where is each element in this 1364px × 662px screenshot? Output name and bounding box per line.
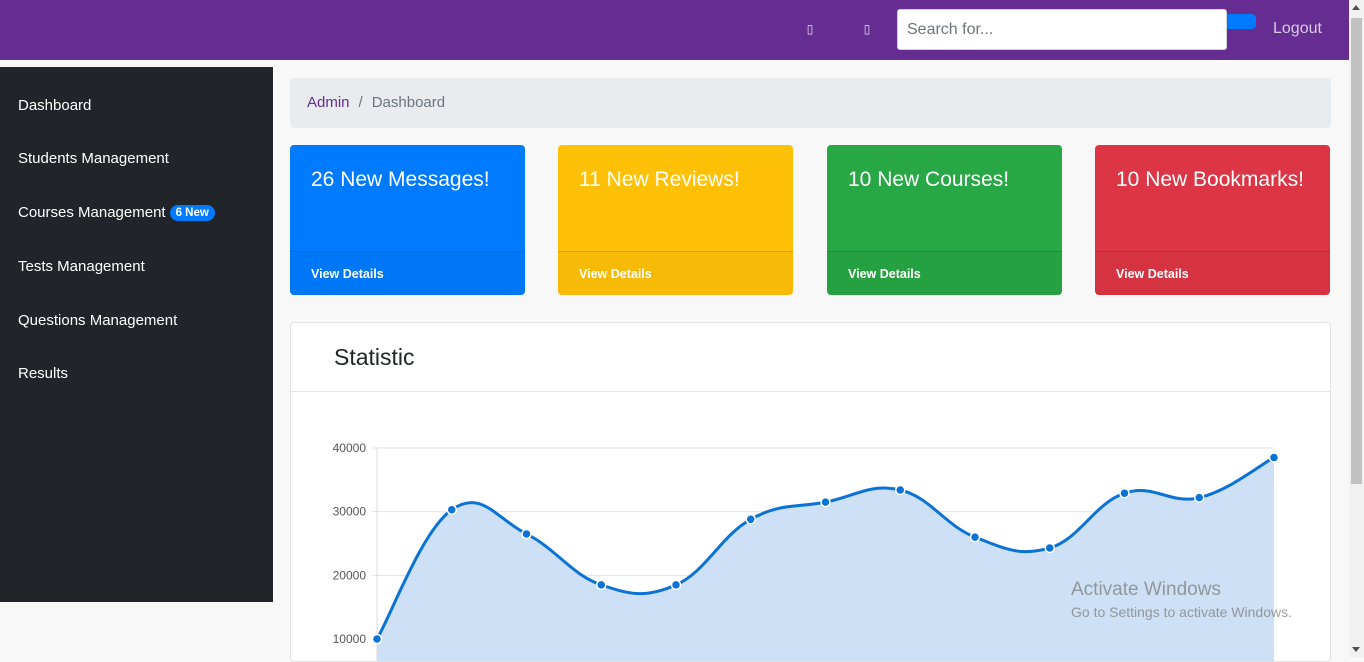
data-point: [969, 531, 981, 543]
sidebar-item-tests-management[interactable]: Tests Management: [18, 258, 145, 275]
envelope-icon[interactable]: ▯: [862, 22, 872, 36]
new-courses-badge: 6 New: [169, 205, 215, 221]
search-button[interactable]: [1227, 14, 1256, 29]
breadcrumb-admin-link[interactable]: Admin: [307, 94, 350, 111]
y-tick-label: 10000: [333, 632, 367, 646]
reviews-card: 11 New Reviews! View Details: [558, 145, 793, 295]
data-point: [1044, 542, 1055, 554]
breadcrumb-separator: /: [358, 94, 363, 111]
data-point: [446, 504, 457, 516]
search-input[interactable]: [897, 9, 1227, 50]
sidebar-item-label: Courses Management: [18, 204, 166, 221]
area-fill: [377, 457, 1274, 661]
y-tick-label: 40000: [333, 441, 367, 455]
sidebar-item-results[interactable]: Results: [18, 365, 68, 382]
sidebar-item-label: Tests Management: [18, 258, 145, 275]
card-title: 10 New Courses!: [848, 168, 1010, 191]
data-point: [670, 579, 682, 591]
courses-card: 10 New Courses! View Details: [827, 145, 1062, 295]
card-title: 10 New Bookmarks!: [1116, 168, 1304, 191]
data-point: [745, 514, 756, 525]
scrollbar-thumb[interactable]: [1351, 18, 1362, 484]
sidebar-item-label: Dashboard: [18, 97, 92, 114]
breadcrumb: Admin / Dashboard: [290, 78, 1331, 128]
y-tick-label: 20000: [333, 568, 367, 582]
scroll-up-arrow-icon[interactable]: [1352, 5, 1360, 10]
y-tick-label: 30000: [333, 505, 367, 519]
data-point: [820, 496, 831, 508]
top-navbar: ▯ ▯ Logout: [0, 0, 1349, 60]
card-title: 26 New Messages!: [311, 168, 490, 191]
breadcrumb-current: Dashboard: [371, 94, 446, 111]
view-details-link[interactable]: View Details: [1095, 251, 1330, 295]
data-point: [1268, 452, 1280, 463]
data-point: [521, 528, 532, 540]
data-point: [1119, 487, 1130, 499]
sidebar-item-label: Results: [18, 365, 69, 382]
data-point: [895, 484, 906, 496]
card-title: 11 New Reviews!: [579, 168, 740, 191]
logout-link[interactable]: Logout: [1273, 20, 1322, 38]
sidebar-item-students-management[interactable]: Students Management: [18, 150, 169, 167]
data-point: [371, 633, 383, 645]
sidebar-item-dashboard[interactable]: Dashboard: [18, 97, 91, 114]
statistic-panel: Statistic 10000 20000 30000 40000: [290, 322, 1331, 662]
view-details-link[interactable]: View Details: [290, 251, 525, 295]
messages-card: 26 New Messages! View Details: [290, 145, 525, 295]
scroll-down-arrow-icon[interactable]: [1352, 647, 1360, 652]
sidebar-item-label: Students Management: [18, 150, 169, 167]
view-details-link[interactable]: View Details: [558, 251, 793, 295]
bell-icon[interactable]: ▯: [805, 22, 815, 36]
sidebar-item-courses-management[interactable]: Courses Management 6 New: [18, 204, 215, 221]
bookmarks-card: 10 New Bookmarks! View Details: [1095, 145, 1330, 295]
page-scrollbar[interactable]: [1349, 0, 1364, 657]
statistic-chart: 10000 20000 30000 40000: [333, 441, 1280, 661]
data-point: [596, 579, 607, 591]
sidebar-item-label: Questions Management: [18, 312, 178, 329]
data-point: [1194, 492, 1205, 503]
sidebar: Dashboard Students Management Courses Ma…: [0, 67, 273, 602]
view-details-link[interactable]: View Details: [827, 251, 1062, 295]
sidebar-item-questions-management[interactable]: Questions Management: [18, 312, 177, 329]
